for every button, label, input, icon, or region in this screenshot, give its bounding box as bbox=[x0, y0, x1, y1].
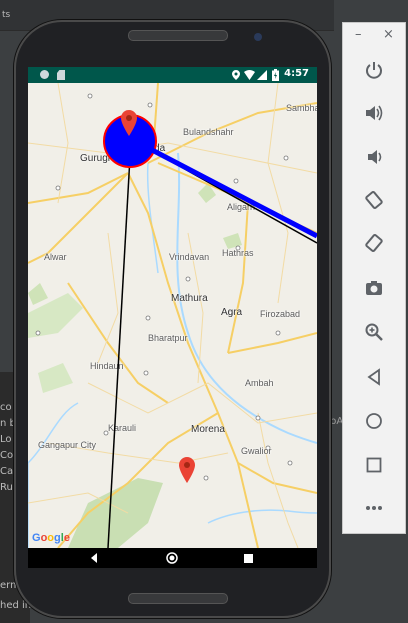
console-line: Ca bbox=[0, 466, 14, 477]
console-line: Ru bbox=[0, 482, 13, 493]
map-marker-icon[interactable] bbox=[179, 457, 195, 483]
polyline-black-south bbox=[107, 138, 132, 548]
ide-tab-label[interactable]: ts bbox=[2, 10, 10, 20]
phone-screen: 4:57 Sambha Bulandshahr Gurugram Aligarh… bbox=[28, 67, 317, 568]
wifi-icon bbox=[244, 70, 255, 80]
back-icon bbox=[367, 368, 380, 386]
overview-button[interactable] bbox=[359, 450, 389, 480]
rotate-right-button[interactable] bbox=[359, 228, 389, 258]
power-button[interactable] bbox=[359, 55, 389, 85]
navigation-bar bbox=[28, 548, 317, 568]
rotate-left-button[interactable] bbox=[359, 185, 389, 215]
camera-icon bbox=[366, 281, 382, 295]
home-icon bbox=[366, 413, 382, 429]
front-camera bbox=[254, 33, 262, 41]
home-button[interactable] bbox=[359, 406, 389, 436]
volume-down-icon bbox=[368, 150, 382, 164]
close-button[interactable]: × bbox=[383, 27, 394, 42]
screenshot-button[interactable] bbox=[359, 273, 389, 303]
volume-up-button[interactable] bbox=[359, 98, 389, 128]
notification-dot-icon bbox=[40, 70, 49, 79]
map-overlay-layer bbox=[103, 114, 317, 548]
home-circle-icon bbox=[166, 552, 178, 564]
volume-up-icon bbox=[366, 105, 383, 121]
sd-card-icon bbox=[57, 70, 65, 80]
rotate-left-icon bbox=[365, 191, 383, 209]
overview-square-icon bbox=[243, 553, 253, 563]
more-icon bbox=[366, 506, 382, 510]
clock: 4:57 bbox=[284, 68, 309, 79]
console-line: co bbox=[0, 402, 12, 413]
cell-signal-icon bbox=[257, 70, 267, 80]
nav-overview-button[interactable] bbox=[240, 551, 256, 565]
map-marker-icon[interactable] bbox=[121, 110, 137, 136]
google-logo[interactable]: Google bbox=[32, 532, 70, 544]
back-button[interactable] bbox=[359, 362, 389, 392]
bottom-speaker bbox=[128, 593, 228, 604]
zoom-in-icon bbox=[365, 323, 383, 341]
minimize-button[interactable]: – bbox=[355, 27, 362, 42]
zoom-button[interactable] bbox=[359, 317, 389, 347]
map-view[interactable]: Sambha Bulandshahr Gurugram Noida Aligar… bbox=[28, 83, 317, 548]
console-line: Lo bbox=[0, 434, 12, 445]
nav-back-button[interactable] bbox=[86, 551, 102, 565]
console-line: Co bbox=[0, 450, 14, 461]
back-triangle-icon bbox=[91, 553, 97, 563]
more-button[interactable] bbox=[359, 493, 389, 523]
location-icon bbox=[232, 70, 240, 80]
power-icon bbox=[366, 62, 382, 79]
nav-home-button[interactable] bbox=[164, 551, 180, 565]
rotate-right-icon bbox=[365, 234, 383, 252]
battery-icon bbox=[272, 69, 279, 81]
phone-frame: 4:57 Sambha Bulandshahr Gurugram Aligarh… bbox=[14, 20, 331, 618]
status-bar: 4:57 bbox=[28, 67, 317, 83]
overview-icon bbox=[366, 457, 382, 473]
polyline-blue bbox=[129, 136, 317, 239]
emulator-toolbar: – × bbox=[342, 22, 406, 534]
top-speaker bbox=[128, 30, 228, 41]
volume-down-button[interactable] bbox=[359, 142, 389, 172]
